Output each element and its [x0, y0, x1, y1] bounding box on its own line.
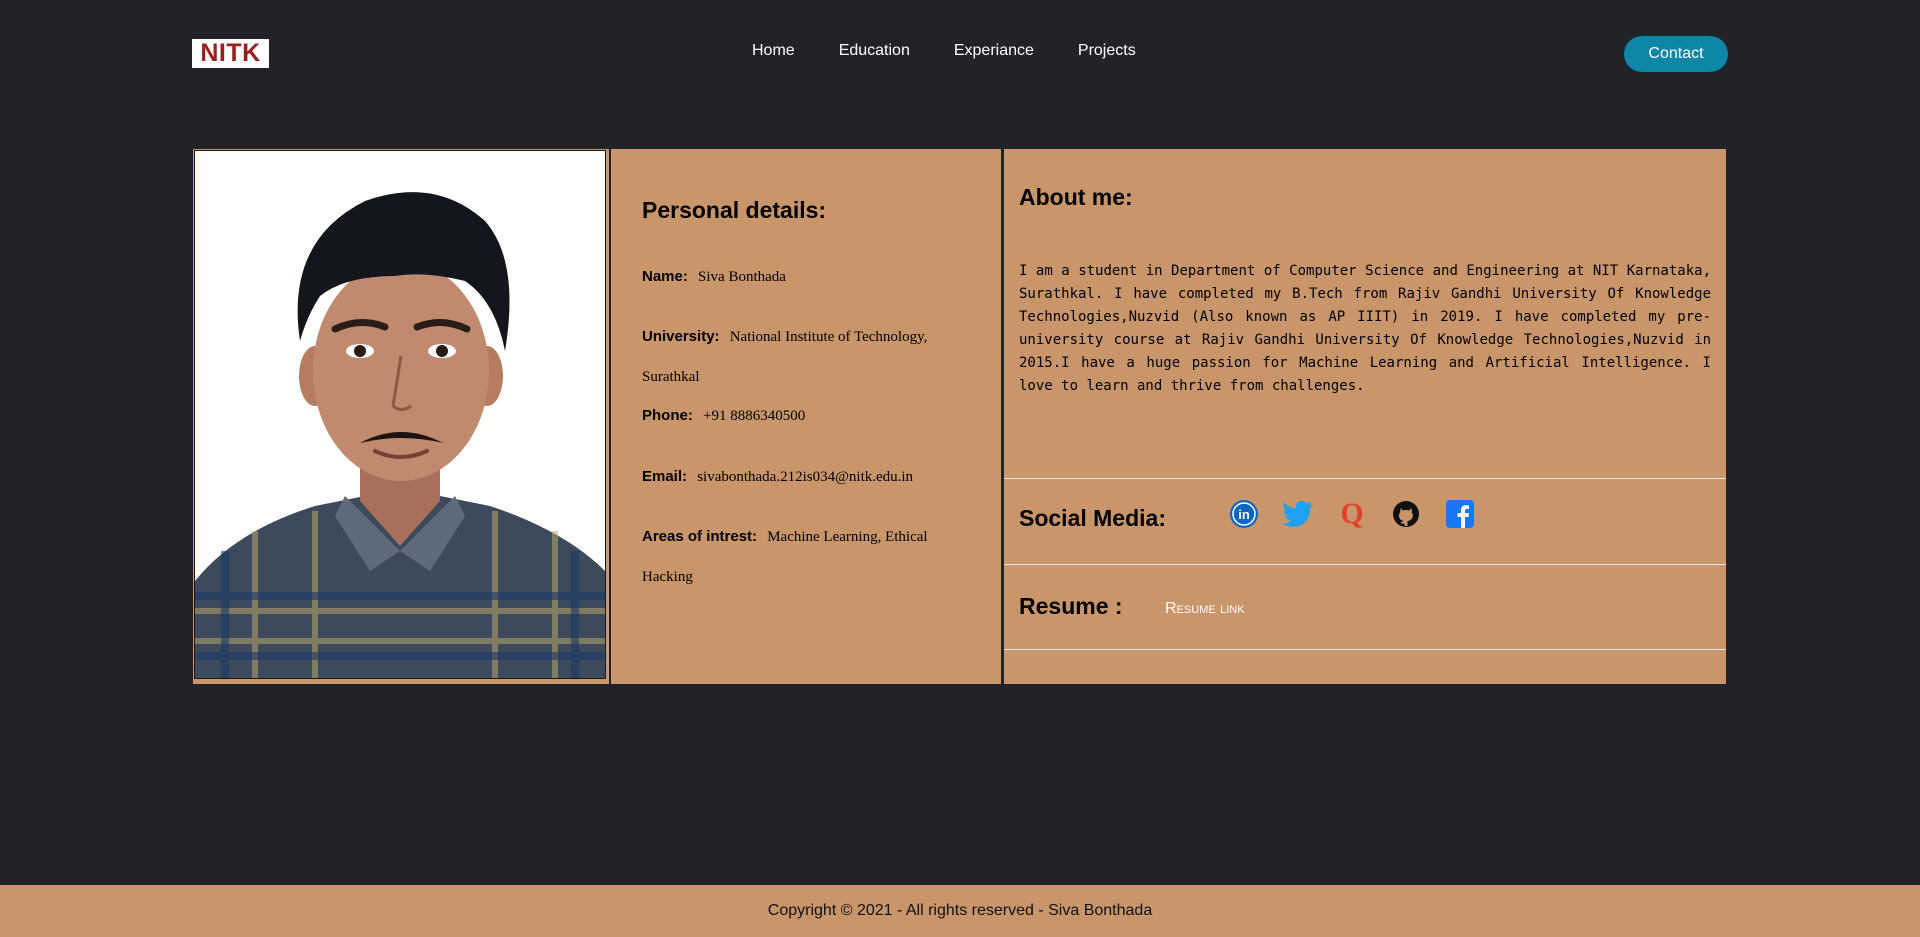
nav-projects[interactable]: Projects: [1078, 42, 1136, 60]
contact-button[interactable]: Contact: [1624, 36, 1728, 72]
personal-details-title: Personal details:: [642, 197, 827, 223]
resume-link[interactable]: Resume link: [1165, 600, 1245, 618]
divider-line: [1004, 564, 1726, 565]
about-text: I am a student in Department of Computer…: [1019, 263, 1711, 394]
about-panel: About me: I am a student in Department o…: [1004, 149, 1726, 684]
page: NITK Home Education Experiance Projects …: [0, 0, 1920, 937]
profile-photo: [194, 150, 606, 679]
name-label: Name:: [642, 268, 688, 285]
divider-line: [1004, 649, 1726, 650]
email-value[interactable]: sivabonthada.212is034@nitk.edu.in: [697, 469, 913, 485]
twitter-icon[interactable]: [1282, 498, 1314, 530]
university-label: University:: [642, 328, 720, 345]
nav-home[interactable]: Home: [752, 42, 795, 60]
about-title: About me:: [1019, 184, 1133, 210]
social-media-title: Social Media:: [1019, 505, 1166, 531]
phone-field: Phone: +91 8886340500: [642, 396, 972, 436]
email-label: Email:: [642, 468, 688, 485]
footer: Copyright © 2021 - All rights reserved -…: [0, 885, 1920, 937]
photo-panel: [193, 149, 609, 684]
main-nav: Home Education Experiance Projects: [752, 42, 1136, 60]
copyright-text: Copyright © 2021 - All rights reserved -…: [767, 902, 1153, 919]
social-icons: in Q: [1228, 498, 1476, 530]
github-icon[interactable]: [1390, 498, 1422, 530]
divider-line: [1004, 478, 1726, 479]
name-field: Name: Siva Bonthada: [642, 257, 972, 297]
personal-details-panel: Personal details: Name: Siva Bonthada Un…: [611, 149, 1001, 684]
phone-label: Phone:: [642, 407, 693, 424]
facebook-icon[interactable]: [1444, 498, 1476, 530]
areas-field: Areas of intrest: Machine Learning, Ethi…: [642, 517, 972, 597]
email-field: Email: sivabonthada.212is034@nitk.edu.in: [642, 457, 972, 497]
resume-title: Resume :: [1019, 593, 1123, 619]
linkedin-icon[interactable]: in: [1228, 498, 1260, 530]
name-value: Siva Bonthada: [698, 269, 786, 285]
nitk-logo[interactable]: NITK: [192, 39, 269, 68]
nav-education[interactable]: Education: [839, 42, 910, 60]
svg-text:in: in: [1238, 507, 1250, 522]
nav-experiance[interactable]: Experiance: [954, 42, 1034, 60]
areas-label: Areas of intrest:: [642, 528, 758, 545]
university-field: University: National Institute of Techno…: [642, 317, 972, 397]
logo-text: NITK: [200, 39, 261, 67]
phone-value: +91 8886340500: [703, 408, 806, 424]
svg-text:Q: Q: [1340, 498, 1363, 530]
quora-icon[interactable]: Q: [1336, 498, 1368, 530]
